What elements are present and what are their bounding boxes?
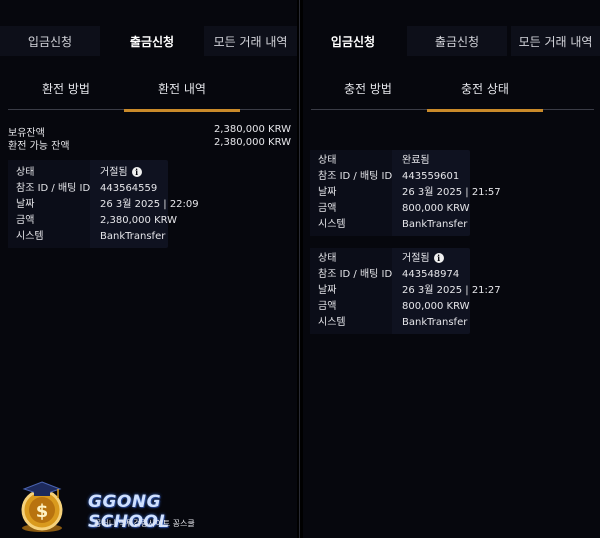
status-text: 거절됨 [402,253,430,264]
top-tab-bar: 입금신청 출금신청 모든 거래 내역 [303,26,600,56]
tab-exchange-history[interactable]: 환전 내역 [124,66,240,112]
available-balance-value: 2,380,000 KRW [213,137,291,148]
available-balance-row: 환전 가능 잔액 2,380,000 KRW [8,137,291,152]
tab-withdrawal-request[interactable]: 출금신청 [104,26,200,56]
system-value: BankTransfer [402,219,468,230]
tab-label: 입금신청 [27,34,73,49]
status-row: 상태 완료됨 [310,153,470,169]
date-row: 날짜 26 3월 2025 | 21:57 [310,185,501,201]
reference-id-value: 443564559 [100,183,158,194]
tab-label: 출금신청 [434,34,480,49]
tab-label: 환전 방법 [42,81,90,96]
tab-label: 입금신청 [330,34,376,49]
top-tab-bar: 입금신청 출금신청 모든 거래 내역 [0,26,297,56]
amount-row: 금액 800,000 KRW [310,201,470,217]
row-label: 상태 [16,167,35,178]
tab-charge-method[interactable]: 충전 방법 [311,66,425,110]
reference-id-value: 443559601 [402,171,460,182]
tab-exchange-method[interactable]: 환전 방법 [10,66,122,110]
transaction-card: 상태 거절됨 i 참조 ID / 배팅 ID 443564559 날짜 26 3월… [8,160,199,248]
watermark: $ GGONG SCHOOL 꽁머니 먹튀검증사이트 꽁스쿨 [10,480,240,535]
system-value: BankTransfer [100,231,166,242]
row-label: 금액 [318,301,337,312]
amount-row: 금액 2,380,000 KRW [8,213,177,229]
available-balance-label: 환전 가능 잔액 [8,141,70,152]
reference-id-row: 참조 ID / 배팅 ID 443564559 [8,181,168,197]
transaction-card: 상태 완료됨 참조 ID / 배팅 ID 443559601 날짜 26 3월 … [310,150,501,236]
reference-id-row: 참조 ID / 배팅 ID 443548974 [310,267,470,283]
tab-label: 모든 거래 내역 [213,34,288,49]
system-value: BankTransfer [402,317,468,328]
tab-all-transactions[interactable]: 모든 거래 내역 [511,26,600,56]
row-label: 날짜 [318,285,337,296]
tab-label: 출금신청 [129,34,175,49]
tab-label: 충전 방법 [344,81,392,96]
tab-label: 충전 상태 [461,81,509,96]
tab-all-transactions[interactable]: 모든 거래 내역 [204,26,297,56]
status-row: 상태 거절됨 i [310,251,470,267]
reference-id-value: 443548974 [402,269,460,280]
row-label: 날짜 [318,187,337,198]
sub-tab-bar: 충전 방법 충전 상태 [311,66,594,112]
date-value: 26 3월 2025 | 22:09 [100,199,199,210]
tab-withdrawal-request[interactable]: 출금신청 [407,26,507,56]
row-label: 상태 [318,253,337,264]
dollar-sign: $ [36,501,49,522]
row-label: 참조 ID / 배팅 ID [16,183,91,194]
amount-value: 800,000 KRW [402,301,470,312]
deposit-panel: 입금신청 출금신청 모든 거래 내역 충전 방법 충전 상태 상태 완료됨 참조… [303,0,600,538]
coin-logo-icon: $ [21,481,63,532]
status-value: 거절됨 i [402,251,444,267]
row-label: 시스템 [318,317,346,328]
row-label: 금액 [16,215,35,226]
tab-deposit-request[interactable]: 입금신청 [0,26,100,56]
info-icon[interactable]: i [131,167,142,177]
date-row: 날짜 26 3월 2025 | 22:09 [8,197,199,213]
row-label: 상태 [318,155,337,166]
tab-charge-status[interactable]: 충전 상태 [427,66,543,112]
status-text: 거절됨 [100,167,128,178]
info-icon[interactable]: i [433,253,444,263]
status-row: 상태 거절됨 i [8,165,168,181]
amount-value: 800,000 KRW [402,203,470,214]
date-row: 날짜 26 3월 2025 | 21:27 [310,283,501,299]
system-row: 시스템 BankTransfer [310,315,470,331]
system-row: 시스템 BankTransfer [310,217,470,233]
date-value: 26 3월 2025 | 21:57 [402,187,501,198]
tab-label: 환전 내역 [158,81,206,96]
tab-label: 모든 거래 내역 [518,34,593,49]
row-label: 시스템 [16,231,44,242]
transaction-card: 상태 거절됨 i 참조 ID / 배팅 ID 443548974 날짜 26 3월… [310,248,501,334]
sub-tab-bar: 환전 방법 환전 내역 [8,66,291,112]
row-label: 참조 ID / 배팅 ID [318,171,393,182]
row-label: 날짜 [16,199,35,210]
status-value: 거절됨 i [100,165,142,181]
reference-id-row: 참조 ID / 배팅 ID 443559601 [310,169,470,185]
date-value: 26 3월 2025 | 21:27 [402,285,501,296]
system-row: 시스템 BankTransfer [8,229,168,245]
row-label: 시스템 [318,219,346,230]
brand-subtitle: 꽁머니 먹튀검증사이트 꽁스쿨 [94,519,195,528]
tab-deposit-request[interactable]: 입금신청 [303,26,403,56]
amount-value: 2,380,000 KRW [100,215,178,226]
amount-row: 금액 800,000 KRW [310,299,470,315]
withdrawal-panel: 입금신청 출금신청 모든 거래 내역 환전 방법 환전 내역 보유잔액 2,38… [0,0,297,538]
row-label: 참조 ID / 배팅 ID [318,269,393,280]
row-label: 금액 [318,203,337,214]
status-value: 완료됨 [402,155,430,166]
